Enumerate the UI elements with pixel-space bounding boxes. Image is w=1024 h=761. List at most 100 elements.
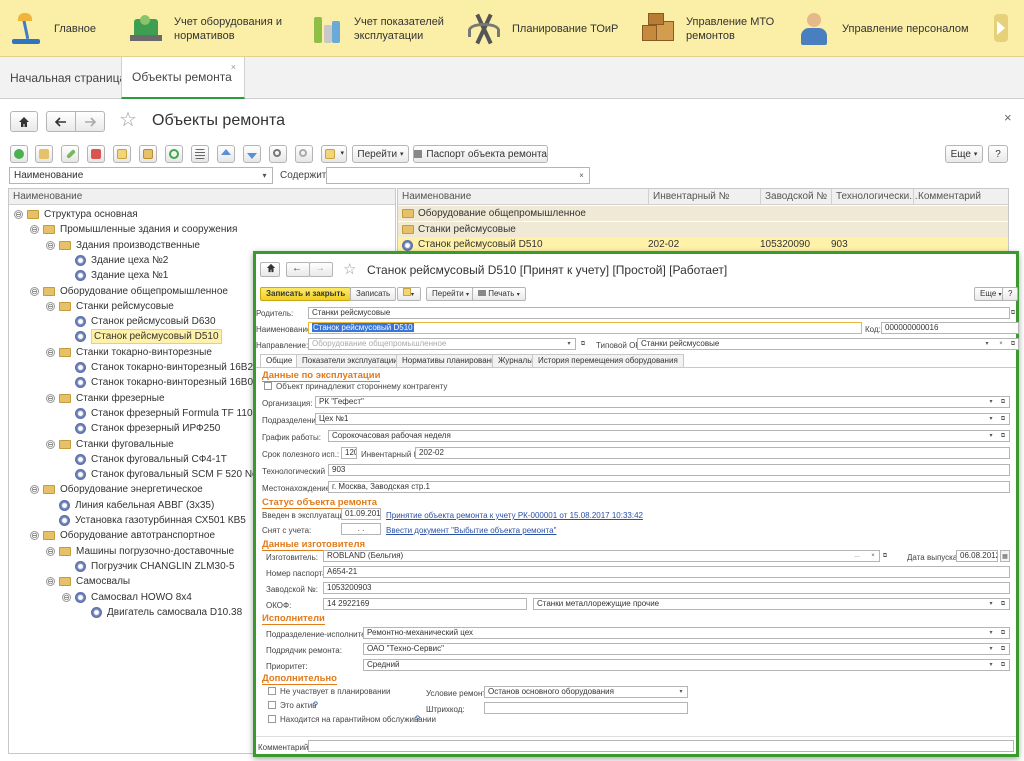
edit-icon[interactable] <box>61 145 79 163</box>
chevron-down-icon[interactable]: ▾ <box>986 627 996 639</box>
move-down-icon[interactable] <box>243 145 261 163</box>
warranty-help-icon[interactable]: ? <box>415 714 420 724</box>
create-folder-icon[interactable] <box>35 145 53 163</box>
move-to-group-icon[interactable] <box>139 145 157 163</box>
typical-select[interactable]: Станки рейсмусовые <box>637 338 1019 350</box>
tab-repair-objects[interactable]: Объекты ремонта × <box>121 57 245 99</box>
open-icon[interactable]: ⧉ <box>998 643 1008 655</box>
collapse-icon[interactable]: ⊖ <box>46 393 55 403</box>
more-button[interactable]: Еще ▾ <box>945 145 983 163</box>
comment-input[interactable] <box>308 740 1014 752</box>
home-button[interactable] <box>10 111 38 132</box>
retire-doc-link[interactable]: Ввести документ "Выбытие объекта ремонта… <box>386 526 556 535</box>
direction-select[interactable]: Оборудование общепромышленное <box>308 338 576 350</box>
tech-input[interactable]: 903 <box>328 464 1010 476</box>
search-field-select[interactable]: Наименование <box>9 167 273 184</box>
section-personnel[interactable]: Управление персоналом <box>796 0 969 57</box>
form-help-button[interactable]: ? <box>1002 287 1019 301</box>
delete-mark-icon[interactable] <box>87 145 105 163</box>
form-tab[interactable]: Показатели эксплуатации <box>296 354 404 367</box>
clear-icon[interactable]: × <box>996 338 1006 350</box>
section-planning[interactable]: Планирование ТОиР <box>466 0 618 57</box>
parent-field[interactable]: Станки рейсмусовые <box>308 307 1010 319</box>
serial-input[interactable]: 1053200903 <box>323 582 1010 594</box>
collapse-icon[interactable]: ⊖ <box>46 546 55 556</box>
commission-date-input[interactable]: 01.09.2012 <box>341 508 381 520</box>
ellipsis-icon[interactable]: … <box>852 550 862 562</box>
collapse-icon[interactable]: ⊖ <box>46 577 55 587</box>
passport-button[interactable]: Паспорт объекта ремонта <box>413 145 548 163</box>
form-forward-button[interactable]: → <box>309 262 333 277</box>
list-icon[interactable] <box>191 145 209 163</box>
open-icon[interactable]: ⧉ <box>998 396 1008 408</box>
collapse-icon[interactable]: ⊖ <box>30 531 39 541</box>
copy-icon[interactable] <box>113 145 131 163</box>
chevron-down-icon[interactable]: ▾ <box>982 338 992 350</box>
save-close-button[interactable]: Записать и закрыть <box>260 287 352 301</box>
release-date-input[interactable]: 06.08.2012 <box>956 550 998 562</box>
is-asset-checkbox[interactable] <box>268 701 276 709</box>
tab-home[interactable]: Начальная страница <box>0 57 136 98</box>
open-icon[interactable]: ⧉ <box>998 413 1008 425</box>
tree-row[interactable]: ⊖ Промышленные здания и сооружения <box>10 222 395 237</box>
form-tab[interactable]: История перемещения оборудования <box>532 354 684 367</box>
help-button[interactable]: ? <box>988 145 1008 163</box>
scroll-right-icon[interactable] <box>990 12 1012 44</box>
chevron-down-icon[interactable]: ▾ <box>986 643 996 655</box>
tree-row[interactable]: ⊖ Структура основная <box>10 207 395 222</box>
collapse-icon[interactable]: ⊖ <box>14 210 23 219</box>
chevron-down-icon[interactable]: ▾ <box>564 338 574 350</box>
priority-select[interactable]: Средний <box>363 659 1010 671</box>
okof-input[interactable]: 14 2922169 <box>323 598 527 610</box>
favorite-star-icon[interactable]: ☆ <box>119 109 137 131</box>
save-button[interactable]: Записать <box>350 287 397 301</box>
refresh-icon[interactable] <box>165 145 183 163</box>
collapse-icon[interactable]: ⊖ <box>46 439 55 449</box>
report-menu-icon[interactable]: ▾ <box>321 145 347 163</box>
collapse-icon[interactable]: ⊖ <box>30 286 39 296</box>
chevron-down-icon[interactable]: ▾ <box>986 430 996 442</box>
chevron-down-icon[interactable]: ▾ <box>986 413 996 425</box>
asset-help-icon[interactable]: ? <box>313 700 318 710</box>
no-planning-checkbox[interactable] <box>268 687 276 695</box>
name-input[interactable]: Станок рейсмусовый D510 <box>308 322 862 334</box>
goto-button[interactable]: Перейти ▾ <box>352 145 409 163</box>
okof-name-select[interactable]: Станки металлорежущие прочие <box>533 598 1010 610</box>
list-row[interactable]: Станки рейсмусовые <box>398 221 1008 237</box>
repair-cond-select[interactable]: Останов основного оборудования <box>484 686 688 698</box>
passport-input[interactable]: А654-21 <box>323 566 1010 578</box>
clear-icon[interactable]: × <box>868 550 878 562</box>
calendar-icon[interactable]: ▦ <box>1000 550 1010 562</box>
open-icon[interactable]: ⧉ <box>998 430 1008 442</box>
open-icon[interactable]: ⧉ <box>880 550 890 562</box>
org-select[interactable]: РК "Гефест" <box>315 396 1010 408</box>
cancel-search-icon[interactable] <box>295 145 313 163</box>
collapse-icon[interactable]: ⊖ <box>46 301 55 311</box>
clear-icon[interactable]: × <box>575 168 588 183</box>
open-icon[interactable]: ⧉ <box>998 659 1008 671</box>
open-icon[interactable]: ⧉ <box>1008 307 1018 319</box>
warranty-checkbox[interactable] <box>268 715 276 723</box>
third-party-checkbox[interactable] <box>264 382 272 390</box>
print-button[interactable]: Печать ▾ <box>472 287 526 301</box>
collapse-icon[interactable]: ⊖ <box>46 240 55 250</box>
open-icon[interactable]: ⧉ <box>578 338 588 350</box>
page-close-icon[interactable]: × <box>1004 110 1012 125</box>
schedule-select[interactable]: Сорокочасовая рабочая неделя <box>328 430 1010 442</box>
removed-date-input[interactable]: . . <box>341 523 381 535</box>
section-mto[interactable]: Управление МТО ремонтов <box>640 0 774 57</box>
location-input[interactable]: г. Москва, Заводская стр.1 <box>328 481 1010 493</box>
list-row[interactable]: Станок рейсмусовый D510 202-02 105320090 90… <box>398 237 1008 252</box>
form-back-button[interactable]: ← <box>286 262 310 277</box>
chevron-down-icon[interactable]: ▾ <box>986 598 996 610</box>
form-tab[interactable]: Нормативы планирования <box>396 354 506 367</box>
chevron-down-icon[interactable]: ▾ <box>986 396 996 408</box>
form-goto-button[interactable]: Перейти ▾ <box>426 287 475 301</box>
dept-select[interactable]: Цех №1 <box>315 413 1010 425</box>
inventory-input[interactable]: 202-02 <box>415 447 1010 459</box>
barcode-input[interactable] <box>484 702 688 714</box>
form-star-icon[interactable]: ☆ <box>343 260 356 278</box>
contains-input[interactable] <box>326 167 590 184</box>
code-input[interactable]: 000000000016 <box>881 322 1019 334</box>
section-main[interactable]: Главное <box>8 0 96 57</box>
